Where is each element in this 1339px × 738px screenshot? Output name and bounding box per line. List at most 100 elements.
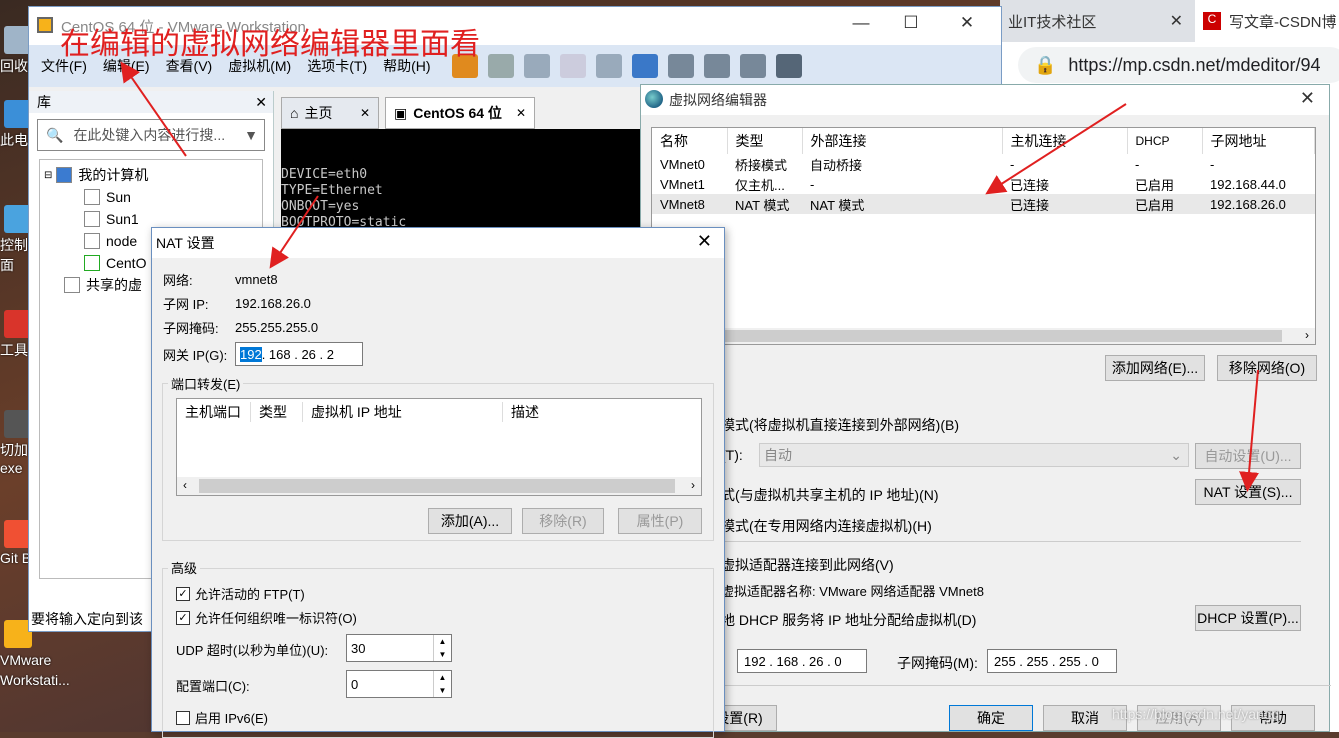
remove-port-button[interactable]: 移除(R) — [522, 508, 604, 534]
connect-adapter-checkbox[interactable]: 虚拟适配器连接到此网络(V) — [721, 555, 894, 575]
chevron-down-icon[interactable]: ▼ — [439, 686, 447, 695]
advanced-label: 高级 — [168, 558, 201, 577]
column-header[interactable]: 类型 — [251, 402, 303, 422]
allow-ftp-checkbox[interactable]: ✓ 允许活动的 FTP(T) — [176, 584, 305, 603]
checkbox-unchecked-icon — [176, 710, 190, 725]
column-header[interactable]: 类型 — [727, 128, 803, 154]
cell: 已连接 — [1002, 194, 1127, 214]
column-header[interactable]: 外部连接 — [802, 128, 1003, 154]
chevron-left-icon[interactable]: ‹ — [183, 478, 187, 492]
collapse-icon[interactable]: ⊟ — [44, 170, 52, 181]
allow-oui-checkbox[interactable]: ✓ 允许任何组织唯一标识符(O) — [176, 608, 357, 627]
column-header[interactable]: 名称 — [652, 128, 728, 154]
config-port-label: 配置端口(C): — [176, 679, 250, 694]
table-row[interactable]: VMnet0 桥接模式 自动桥接 - - - — [652, 154, 1315, 174]
checkbox-checked-icon: ✓ — [176, 610, 190, 625]
udp-timeout-label: UDP 超时(以秒为单位)(U): — [176, 643, 329, 658]
snapshot-icon[interactable] — [523, 54, 550, 78]
column-header[interactable]: 子网地址 — [1202, 128, 1315, 154]
thumbnail-bar-icon[interactable] — [667, 54, 694, 78]
annotation-text: 在编辑的虚拟网络编辑器里面看 — [60, 27, 480, 62]
chevron-up-icon[interactable]: ▲ — [439, 637, 447, 646]
close-icon[interactable]: ✕ — [255, 94, 267, 111]
remove-network-button[interactable]: 移除网络(O) — [1217, 355, 1317, 381]
column-header[interactable]: 描述 — [503, 402, 539, 422]
library-title: 库 — [37, 94, 51, 110]
dialog-title: 虚拟网络编辑器 — [669, 92, 767, 108]
nat-settings-button[interactable]: NAT 设置(S)... — [1195, 479, 1301, 505]
port-forwarding-label: 端口转发(E) — [168, 374, 244, 393]
subnet-mask-label: 子网掩码(M): — [897, 655, 978, 671]
unity-icon[interactable] — [739, 54, 766, 78]
search-icon: 🔍 — [46, 126, 64, 143]
host-only-radio[interactable]: 模式(在专用网络内连接虚拟机)(H) — [721, 516, 932, 536]
close-icon[interactable]: ✕ — [947, 13, 987, 33]
tree-item-my-computer[interactable]: ⊟ 我的计算机 — [44, 164, 258, 186]
dhcp-checkbox[interactable]: 地 DHCP 服务将 IP 地址分配给虚拟机(D) — [721, 610, 976, 630]
properties-button[interactable]: 属性(P) — [618, 508, 702, 534]
tree-item-sun[interactable]: Sun — [44, 186, 258, 208]
tab-home[interactable]: ⌂ 主页 ✕ — [281, 97, 379, 129]
enable-ipv6-checkbox[interactable]: 启用 IPv6(E) — [176, 708, 268, 727]
ok-button[interactable]: 确定 — [949, 705, 1033, 731]
chevron-down-icon[interactable]: ▼ — [244, 127, 258, 143]
network-globe-icon — [645, 90, 663, 108]
maximize-icon[interactable]: ☐ — [891, 13, 931, 33]
console-line: DEVICE=eth0 — [281, 167, 368, 182]
close-icon[interactable]: ✕ — [697, 231, 712, 252]
column-header[interactable]: 虚拟机 IP 地址 — [303, 402, 503, 422]
chevron-up-icon[interactable]: ▲ — [439, 673, 447, 682]
horizontal-scrollbar[interactable]: › — [652, 328, 1315, 344]
cell: 已启用 — [1135, 177, 1175, 193]
vm-console[interactable]: DEVICE=eth0 TYPE=Ethernet ONBOOT=yes BOO… — [281, 129, 641, 230]
vmware-logo-icon — [37, 17, 53, 33]
bridged-mode-radio[interactable]: 模式(将虚拟机直接连接到外部网络)(B) — [721, 415, 959, 435]
chevron-right-icon[interactable]: › — [1305, 328, 1309, 342]
bridge-to-select[interactable]: 自动 ⌄ — [759, 443, 1189, 467]
table-row[interactable]: VMnet8 NAT 模式 NAT 模式 已连接 已启用 192.168.26.0 — [652, 194, 1315, 214]
column-header[interactable]: 主机端口 — [177, 402, 251, 422]
add-network-button[interactable]: 添加网络(E)... — [1105, 355, 1205, 381]
subnet-ip-input[interactable]: 192 . 168 . 26 . 0 — [737, 649, 867, 673]
vm-icon — [84, 189, 100, 205]
library-search-input[interactable]: 🔍 在此处键入内容进行搜... ▼ — [37, 119, 265, 151]
nat-mode-radio[interactable]: 式(与虚拟机共享主机的 IP 地址)(N) — [721, 485, 939, 505]
close-icon[interactable]: ✕ — [360, 106, 370, 120]
table-row[interactable]: VMnet1 仅主机... - 已连接 已启用 192.168.44.0 — [652, 174, 1315, 194]
fullscreen-icon[interactable] — [703, 54, 730, 78]
subnet-mask-value: 255.255.255.0 — [235, 320, 319, 335]
vm-icon — [84, 233, 100, 249]
url-bar[interactable]: 🔒 https://mp.csdn.net/mdeditor/94 — [1018, 47, 1339, 83]
port-forwarding-table[interactable]: 主机端口 类型 虚拟机 IP 地址 描述 ‹ › — [176, 398, 702, 496]
console-view-icon[interactable] — [775, 54, 802, 78]
cell: 仅主机... — [735, 177, 785, 193]
close-icon[interactable]: ✕ — [1170, 11, 1183, 31]
gateway-ip-input[interactable]: 192 . 168 . 26 . 2 — [235, 342, 363, 366]
add-port-button[interactable]: 添加(A)... — [428, 508, 512, 534]
shared-vm-icon — [64, 277, 80, 293]
minimize-icon[interactable]: — — [841, 13, 881, 33]
subnet-mask-input[interactable]: 255 . 255 . 255 . 0 — [987, 649, 1117, 673]
dialog-title: NAT 设置 — [156, 235, 215, 251]
sidebar-toggle-icon[interactable] — [631, 54, 658, 78]
horizontal-scrollbar[interactable]: ‹ › — [177, 477, 701, 495]
chevron-right-icon[interactable]: › — [691, 478, 695, 492]
close-icon[interactable]: ✕ — [1300, 88, 1315, 109]
udp-timeout-stepper[interactable]: 30 ▲ ▼ — [346, 634, 452, 662]
snapshot-manager-icon[interactable] — [595, 54, 622, 78]
send-keys-icon[interactable] — [487, 54, 514, 78]
config-port-stepper[interactable]: 0 ▲ ▼ — [346, 670, 452, 698]
chevron-down-icon[interactable]: ▼ — [439, 650, 447, 659]
auto-settings-button[interactable]: 自动设置(U)... — [1195, 443, 1301, 469]
close-icon[interactable]: ✕ — [516, 106, 526, 120]
column-header[interactable]: DHCP — [1127, 128, 1203, 154]
network-list: 名称 类型 外部连接 主机连接 DHCP 子网地址 VMnet0 桥接模式 自动桥接… — [651, 127, 1316, 345]
revert-snapshot-icon[interactable] — [559, 54, 586, 78]
column-header[interactable]: 主机连接 — [1002, 128, 1128, 154]
cell: VMnet0 — [660, 156, 705, 172]
cell: 192.168.26.0 — [1202, 194, 1315, 214]
tab-centos[interactable]: ▣ CentOS 64 位 ✕ — [385, 97, 535, 129]
browser-tab-1[interactable]: 业IT技术社区 ✕ — [1000, 0, 1195, 42]
browser-tab-2[interactable]: C 写文章-CSDN博 — [1195, 0, 1339, 42]
dhcp-settings-button[interactable]: DHCP 设置(P)... — [1195, 605, 1301, 631]
